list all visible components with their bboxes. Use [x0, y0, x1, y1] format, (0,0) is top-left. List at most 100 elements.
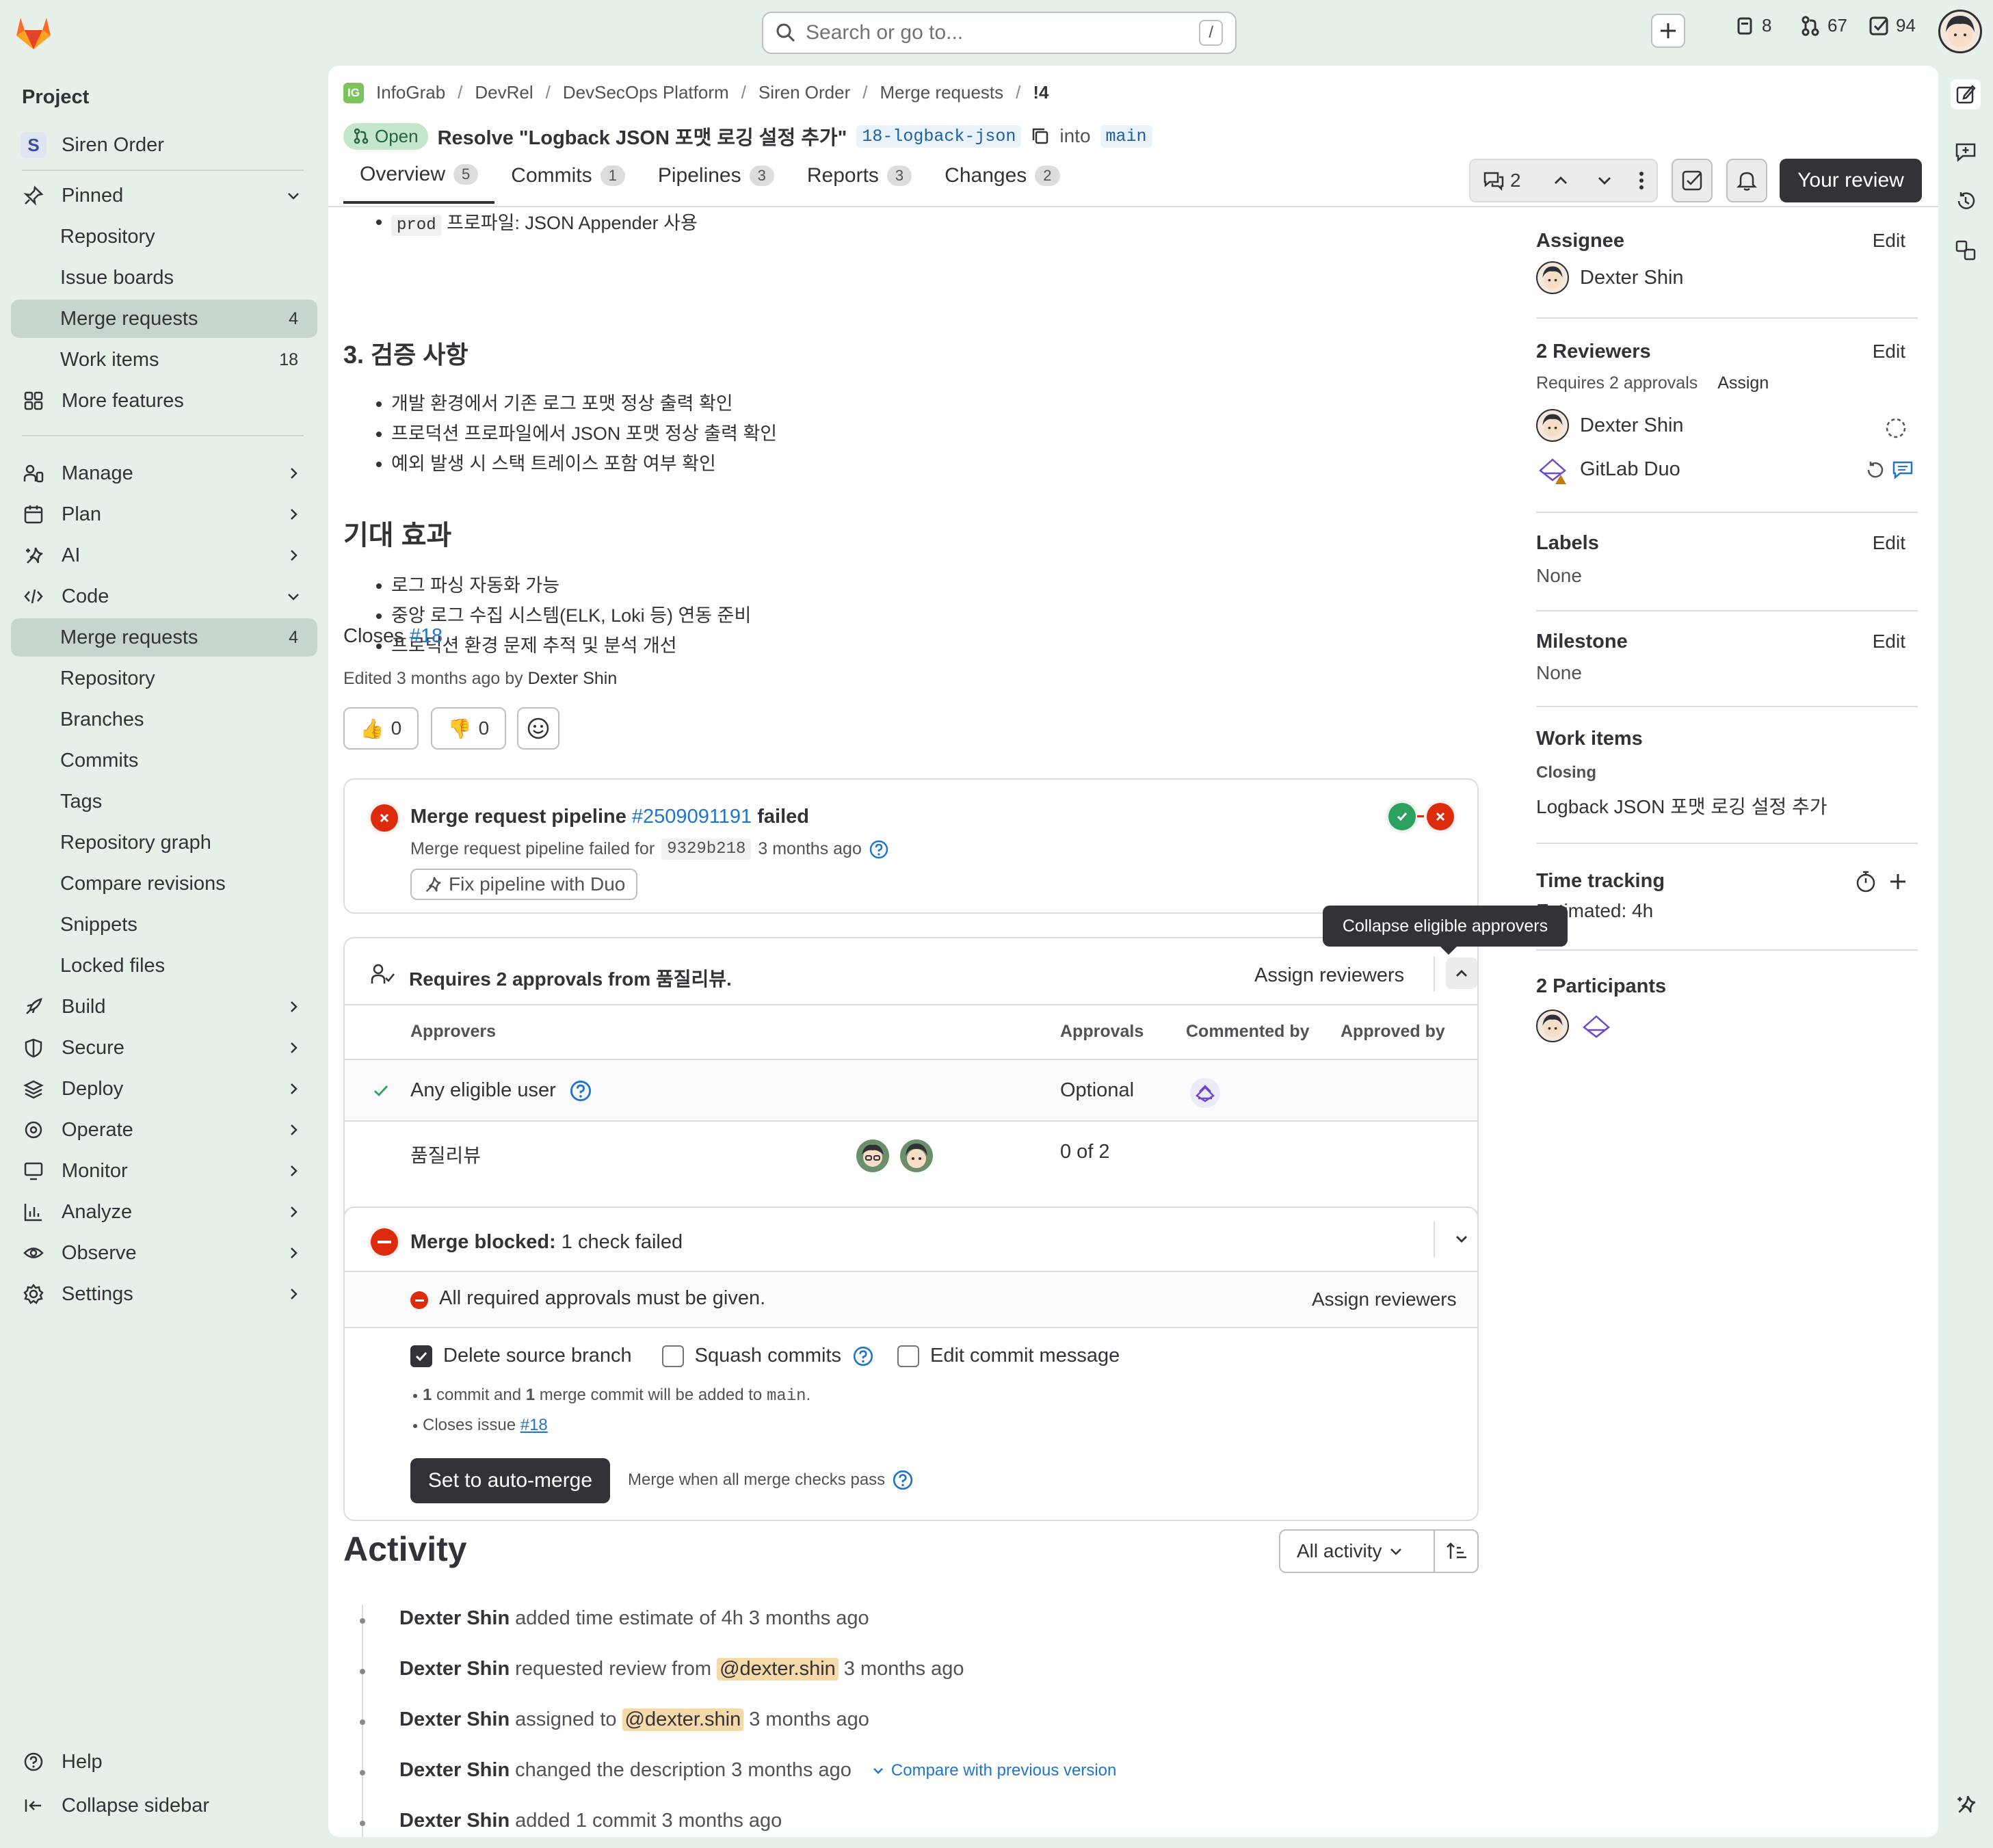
copy-icon[interactable]	[1031, 127, 1050, 146]
sidebar-item-repository-graph[interactable]: Repository graph	[11, 823, 317, 862]
todos-button[interactable]: 94	[1869, 15, 1916, 36]
sidebar-item-deploy[interactable]: Deploy	[11, 1070, 317, 1108]
expand-merge-checks-button[interactable]	[1446, 1223, 1477, 1254]
activity-filter-dropdown[interactable]: All activity	[1279, 1529, 1435, 1573]
rerequest-review-icon[interactable]	[1864, 460, 1885, 480]
sidebar-item-code-repository[interactable]: Repository	[11, 659, 317, 698]
help-icon[interactable]	[852, 1345, 874, 1367]
edit-labels-button[interactable]: Edit	[1873, 532, 1905, 554]
duo-chat-icon[interactable]	[1952, 1791, 1979, 1818]
add-todo-button[interactable]	[1672, 159, 1713, 202]
activity-user[interactable]: Dexter Shin	[399, 1708, 510, 1731]
notifications-button[interactable]	[1726, 159, 1767, 202]
tab-reports[interactable]: Reports 3	[791, 156, 928, 204]
issues-button[interactable]: 8	[1734, 15, 1771, 36]
set-auto-merge-button[interactable]: Set to auto-merge	[410, 1458, 610, 1503]
previous-thread-button[interactable]	[1539, 172, 1583, 189]
thumbsup-reaction-button[interactable]: 👍 0	[343, 707, 419, 750]
sidebar-item-compare-revisions[interactable]: Compare revisions	[11, 864, 317, 903]
assign-reviewer-link[interactable]: Assign	[1717, 373, 1769, 393]
help-icon[interactable]	[869, 839, 889, 860]
source-branch[interactable]: 18-logback-json	[856, 124, 1022, 148]
history-icon[interactable]	[1952, 187, 1979, 215]
commit-sha[interactable]: 9329b218	[661, 839, 752, 860]
thumbsdown-reaction-button[interactable]: 👎 0	[431, 707, 506, 750]
assignee-name[interactable]: Dexter Shin	[1580, 267, 1684, 289]
sort-direction-button[interactable]	[1434, 1529, 1479, 1573]
edit-milestone-button[interactable]: Edit	[1873, 631, 1905, 652]
more-actions-button[interactable]	[1626, 170, 1657, 191]
merge-requests-button[interactable]: 67	[1800, 15, 1847, 36]
create-new-button[interactable]	[1651, 14, 1685, 48]
sidebar-item-merge-requests-pinned[interactable]: Merge requests 4	[11, 300, 317, 338]
activity-user[interactable]: Dexter Shin	[399, 1810, 510, 1832]
user-mention[interactable]: @dexter.shin	[622, 1708, 744, 1731]
comments-button[interactable]: 2	[1470, 170, 1539, 192]
closes-issue-link[interactable]: #18	[520, 1416, 548, 1434]
sidebar-project[interactable]: S Siren Order	[11, 126, 317, 164]
assign-reviewers-button[interactable]: Assign reviewers	[1312, 1289, 1457, 1310]
breadcrumb-item[interactable]: DevRel	[475, 82, 533, 103]
compare-version-link[interactable]: Compare with previous version	[872, 1761, 1116, 1780]
tab-overview[interactable]: Overview 5	[343, 156, 495, 204]
search-input[interactable]: Search or go to... /	[762, 12, 1237, 54]
reviewer-name[interactable]: Dexter Shin	[1580, 414, 1684, 437]
sidebar-item-manage[interactable]: Manage	[11, 454, 317, 492]
pipeline-link[interactable]: #2509091191	[632, 806, 752, 828]
assign-reviewers-button[interactable]: Assign reviewers	[1254, 964, 1404, 987]
stage-passed-icon[interactable]	[1388, 803, 1416, 830]
reviewer-avatar[interactable]	[1536, 409, 1569, 442]
assignee-avatar[interactable]	[1536, 261, 1569, 294]
sidebar-item-commits[interactable]: Commits	[11, 741, 317, 780]
sidebar-item-analyze[interactable]: Analyze	[11, 1193, 317, 1231]
user-avatar[interactable]	[1938, 10, 1982, 53]
duo-reviewer-avatar[interactable]	[1536, 453, 1569, 486]
plus-icon[interactable]	[1888, 871, 1908, 892]
sidebar-item-branches[interactable]: Branches	[11, 700, 317, 739]
closing-work-item-link[interactable]: Logback JSON 포맷 로깅 설정 추가	[1536, 792, 1827, 819]
tab-commits[interactable]: Commits 1	[494, 156, 642, 204]
breadcrumb-item[interactable]: DevSecOps Platform	[563, 82, 729, 103]
related-items-icon[interactable]	[1952, 237, 1979, 264]
collapse-approvers-button[interactable]	[1446, 958, 1477, 989]
sidebar-item-settings[interactable]: Settings	[11, 1275, 317, 1313]
sidebar-item-ai[interactable]: AI	[11, 536, 317, 575]
target-branch[interactable]: main	[1100, 124, 1152, 148]
duo-avatar[interactable]	[1190, 1078, 1220, 1108]
approver-avatar[interactable]	[856, 1139, 889, 1172]
activity-user[interactable]: Dexter Shin	[399, 1759, 510, 1782]
tab-changes[interactable]: Changes 2	[928, 156, 1076, 204]
participant-avatar[interactable]	[1536, 1009, 1569, 1042]
activity-user[interactable]: Dexter Shin	[399, 1607, 510, 1630]
delete-branch-checkbox[interactable]	[410, 1345, 432, 1367]
activity-user[interactable]: Dexter Shin	[399, 1658, 510, 1680]
sidebar-item-monitor[interactable]: Monitor	[11, 1152, 317, 1190]
reviewer-name[interactable]: GitLab Duo	[1580, 458, 1680, 481]
fix-pipeline-duo-button[interactable]: Fix pipeline with Duo	[410, 869, 638, 900]
edit-icon[interactable]	[1951, 79, 1981, 109]
edit-reviewers-button[interactable]: Edit	[1873, 341, 1905, 362]
stage-failed-icon[interactable]	[1427, 803, 1454, 830]
sidebar-item-issue-boards[interactable]: Issue boards	[11, 259, 317, 297]
closes-issue-link[interactable]: #18	[410, 625, 443, 647]
sidebar-help[interactable]: Help	[11, 1743, 317, 1781]
comment-icon[interactable]	[1892, 460, 1914, 480]
gitlab-logo-icon[interactable]	[15, 15, 52, 51]
sidebar-item-snippets[interactable]: Snippets	[11, 906, 317, 944]
sidebar-item-repository[interactable]: Repository	[11, 217, 317, 256]
help-icon[interactable]	[569, 1079, 592, 1103]
sidebar-item-plan[interactable]: Plan	[11, 495, 317, 533]
your-review-button[interactable]: Your review	[1780, 159, 1922, 202]
sidebar-item-secure[interactable]: Secure	[11, 1029, 317, 1067]
tab-pipelines[interactable]: Pipelines 3	[642, 156, 791, 204]
approver-avatar[interactable]	[900, 1139, 933, 1172]
breadcrumb-item[interactable]: Siren Order	[758, 82, 850, 103]
stopwatch-icon[interactable]	[1855, 870, 1877, 893]
sidebar-item-work-items[interactable]: Work items 18	[11, 341, 317, 379]
squash-commits-checkbox[interactable]	[661, 1345, 684, 1367]
edit-commit-message-checkbox[interactable]	[897, 1345, 920, 1367]
comment-add-icon[interactable]	[1952, 138, 1979, 166]
sidebar-collapse[interactable]: Collapse sidebar	[11, 1786, 317, 1825]
edited-by-link[interactable]: Dexter Shin	[528, 669, 618, 688]
sidebar-item-tags[interactable]: Tags	[11, 782, 317, 821]
